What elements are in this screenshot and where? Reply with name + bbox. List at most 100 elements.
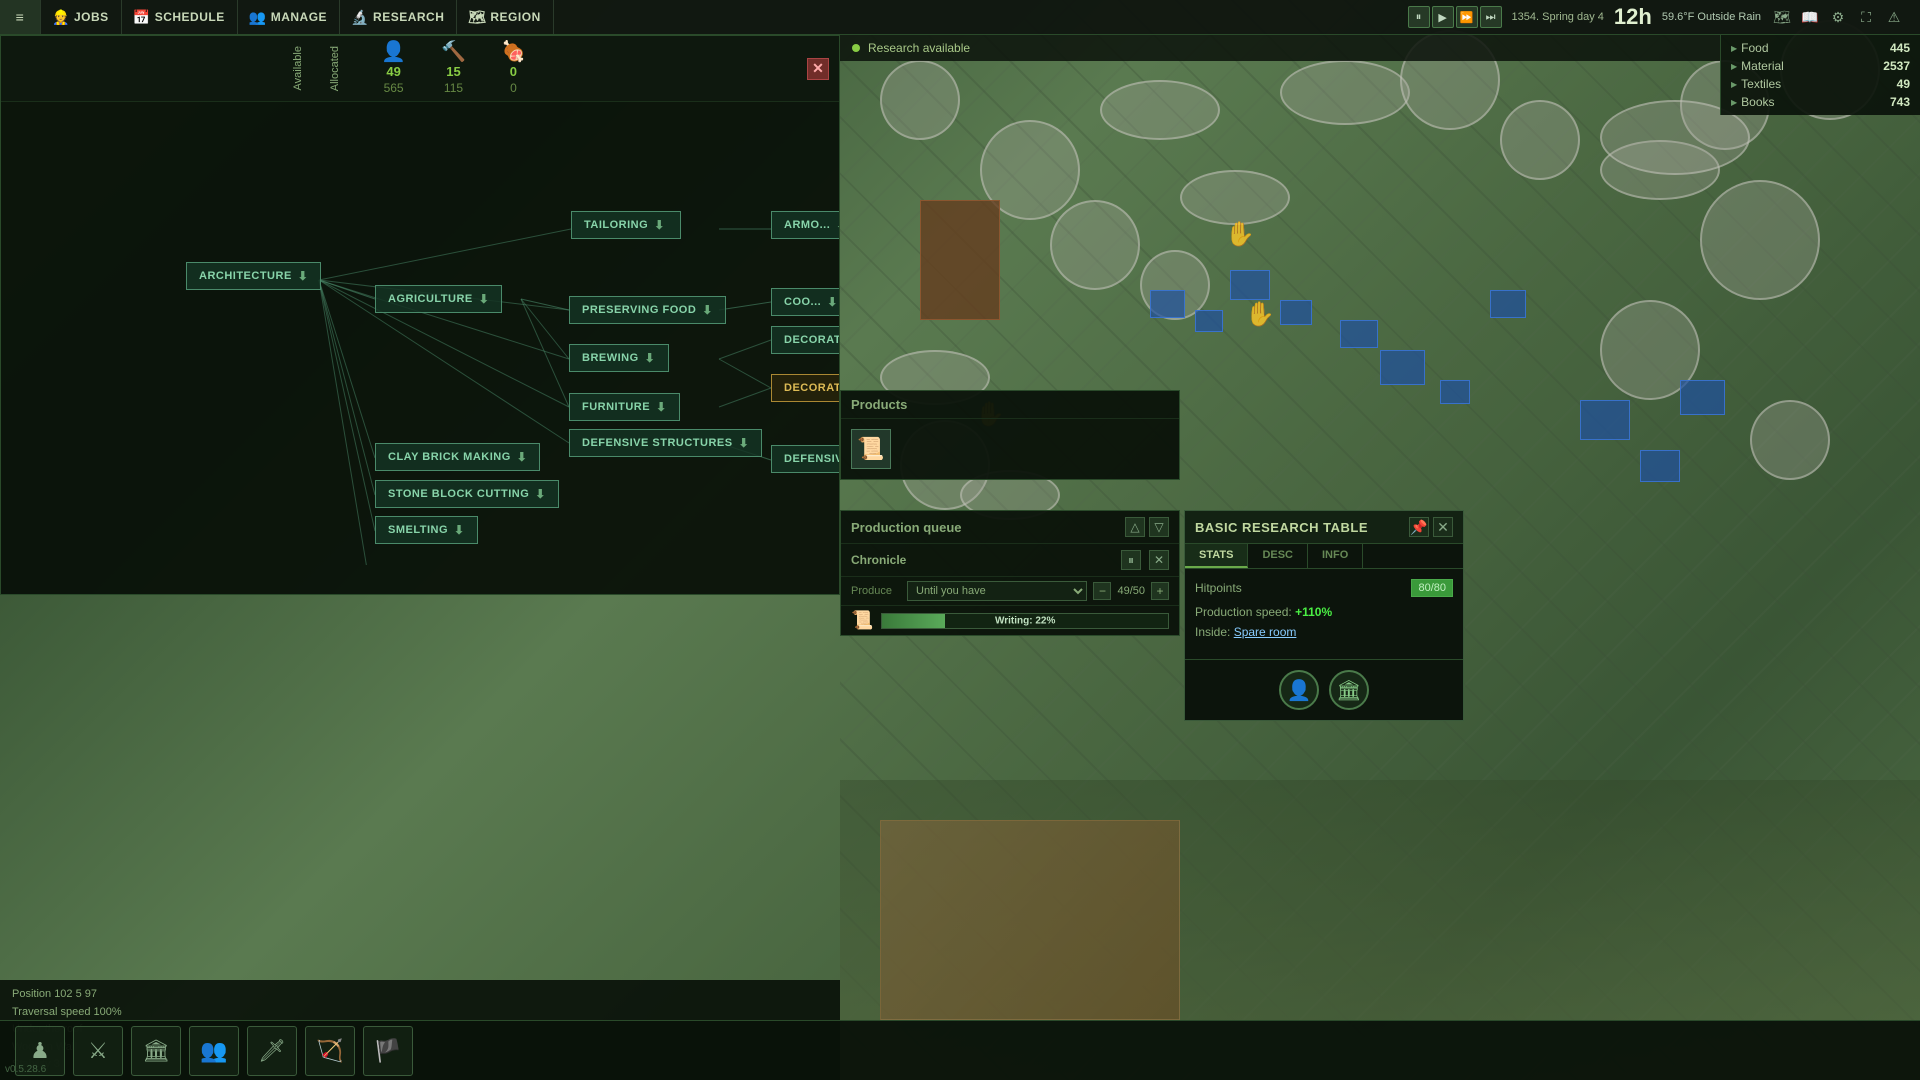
queue-controls: △ ▽ (1125, 517, 1169, 537)
building-blue-9 (1580, 400, 1630, 440)
tech-node-brewing[interactable]: BREWING (569, 344, 669, 372)
tech-node-cooking[interactable]: COO... (771, 288, 839, 316)
hud-fullscreen-icon[interactable]: ⛶ (1855, 6, 1877, 28)
status-traversal: Traversal speed 100% (12, 1004, 828, 1022)
tech-node-agriculture[interactable]: AGRICULTURE (375, 285, 502, 313)
tech-node-defensive-structures[interactable]: DEFENSIVE STRUCTURES (569, 429, 762, 457)
hud-book-icon[interactable]: 📖 (1799, 6, 1821, 28)
tech-node-smelting[interactable]: SMELTING (375, 516, 478, 544)
resource-textiles-row[interactable]: Textiles 49 (1721, 75, 1920, 93)
stone-path-2 (1180, 170, 1290, 225)
progress-bar-fill (882, 614, 945, 628)
queue-pause-btn[interactable]: ⏸ (1121, 550, 1141, 570)
building-blue-4 (1280, 300, 1312, 325)
tech-node-furniture[interactable]: FURNITURE (569, 393, 680, 421)
pause-button[interactable]: ⏸ (1408, 6, 1430, 28)
tech-node-decorative2[interactable]: DECORATIVE S... (771, 374, 839, 402)
stone-circle-12 (1750, 400, 1830, 480)
produce-select[interactable]: Until you have Continuously Fixed amount (907, 581, 1087, 601)
version-text: v0.5.28.6 (5, 1064, 46, 1075)
research-table-title: BASIC RESEARCH TABLE (1195, 520, 1368, 535)
tech-tree-area[interactable]: ARCHITECTURE TAILORING ARMO... AGRICULTU… (1, 102, 839, 565)
produce-decrease-btn[interactable]: − (1093, 582, 1111, 600)
production-panel: Production queue △ ▽ Chronicle ⏸ ✕ Produ… (840, 510, 1180, 636)
produce-row: Produce Until you have Continuously Fixe… (841, 577, 1179, 606)
building-blue-7 (1440, 380, 1470, 404)
building-blue-8 (1490, 290, 1526, 318)
toolbar-btn-combat[interactable]: ⚔ (73, 1026, 123, 1076)
hud-map-icon[interactable]: 🗺 (1771, 6, 1793, 28)
progress-bar: Writing: 22% (881, 613, 1169, 629)
stone-circle-6 (1500, 100, 1580, 180)
toolbar-btn-weapon[interactable]: 🗡 (247, 1026, 297, 1076)
resource-col-tools: 🔨 15 115 (441, 42, 466, 95)
products-panel: Products 📜 (840, 390, 1180, 480)
building-blue-3 (1230, 270, 1270, 300)
building-blue-6 (1380, 350, 1425, 385)
faster-button[interactable]: ⏭ (1480, 6, 1502, 28)
building-blue-1 (1150, 290, 1185, 318)
queue-close-btn[interactable]: ✕ (1149, 550, 1169, 570)
tech-node-defensive-st2[interactable]: DEFENSIVE ST... (771, 445, 839, 473)
rt-building-btn[interactable]: 🏛 (1329, 670, 1369, 710)
bottom-toolbar: ♟ ⚔ 🏛 👥 🗡 🏹 🏴 v0.5.28.6 (0, 1020, 1920, 1080)
building-blue-5 (1340, 320, 1378, 348)
tech-panel-close[interactable]: ✕ (807, 58, 829, 80)
manage-button[interactable]: 👥 MANAGE (238, 0, 340, 34)
produce-label: Produce (851, 585, 901, 597)
tab-desc[interactable]: DESC (1248, 544, 1308, 568)
rt-close-btn[interactable]: ✕ (1433, 517, 1453, 537)
rt-tabs: STATS DESC INFO (1185, 544, 1463, 569)
tech-node-clay-brick[interactable]: CLAY BRICK MAKING (375, 443, 540, 471)
jobs-button[interactable]: 👷 JOBS (41, 0, 122, 34)
produce-increase-btn[interactable]: + (1151, 582, 1169, 600)
tech-node-architecture[interactable]: ARCHITECTURE (186, 262, 321, 290)
rt-pin-btn[interactable]: 📌 (1409, 517, 1429, 537)
toolbar-btn-colonists[interactable]: 👥 (189, 1026, 239, 1076)
tech-node-decorative1[interactable]: DECORATIV... (771, 326, 839, 354)
production-speed-label: Production speed: (1195, 605, 1292, 619)
region-button[interactable]: 🗺 REGION (457, 0, 553, 34)
hitpoints-label: Hitpoints (1195, 581, 1242, 595)
hud-settings-icon[interactable]: ⚙ (1827, 6, 1849, 28)
tech-node-preserving-food[interactable]: PRESERVING FOOD (569, 296, 726, 324)
tools-icon: 🔨 (441, 42, 466, 62)
tech-node-armoring[interactable]: ARMO... (771, 211, 839, 239)
tech-panel: Available Allocated 👤 49 565 🔨 15 115 🍖 … (0, 35, 840, 595)
research-button[interactable]: 🔬 RESEARCH (340, 0, 457, 34)
toolbar-btn-building[interactable]: 🏛 (131, 1026, 181, 1076)
building-blue-11 (1680, 380, 1725, 415)
hud-clock: 12h (1614, 4, 1652, 30)
progress-text: Writing: 22% (995, 615, 1055, 626)
stone-circle-10 (1700, 180, 1820, 300)
production-header: Production queue △ ▽ (841, 511, 1179, 544)
resource-material-row[interactable]: Material 2537 (1721, 57, 1920, 75)
inside-link[interactable]: Spare room (1234, 625, 1297, 639)
resource-material-label: Material (1731, 59, 1784, 73)
products-content: 📜 (841, 419, 1179, 479)
fast-forward-button[interactable]: ⏩ (1456, 6, 1478, 28)
menu-button[interactable]: ≡ (0, 0, 41, 34)
product-chronicle-icon[interactable]: 📜 (851, 429, 891, 469)
resource-food-row[interactable]: Food 445 (1721, 39, 1920, 57)
resource-col-food: 🍖 0 0 (501, 42, 526, 95)
rt-person-btn[interactable]: 👤 (1279, 670, 1319, 710)
resource-material-value: 2537 (1883, 59, 1910, 73)
queue-down-btn[interactable]: ▽ (1149, 517, 1169, 537)
tech-node-stone-block[interactable]: STONE BLOCK CUTTING (375, 480, 559, 508)
play-button[interactable]: ▶ (1432, 6, 1454, 28)
stone-circle-3 (1050, 200, 1140, 290)
toolbar-btn-flag[interactable]: 🏴 (363, 1026, 413, 1076)
research-table-header: BASIC RESEARCH TABLE 📌 ✕ (1185, 511, 1463, 544)
stone-path-1 (1100, 80, 1220, 140)
queue-up-btn[interactable]: △ (1125, 517, 1145, 537)
resource-food-value: 445 (1890, 41, 1910, 55)
resource-books-row[interactable]: Books 743 (1721, 93, 1920, 111)
schedule-button[interactable]: 📅 SCHEDULE (122, 0, 238, 34)
tab-info[interactable]: INFO (1308, 544, 1363, 568)
hud-alert-icon[interactable]: ⚠ (1883, 6, 1905, 28)
production-speed-row: Production speed: +110% (1195, 605, 1453, 619)
toolbar-btn-bow[interactable]: 🏹 (305, 1026, 355, 1076)
tab-stats[interactable]: STATS (1185, 544, 1248, 568)
tech-node-tailoring[interactable]: TAILORING (571, 211, 681, 239)
